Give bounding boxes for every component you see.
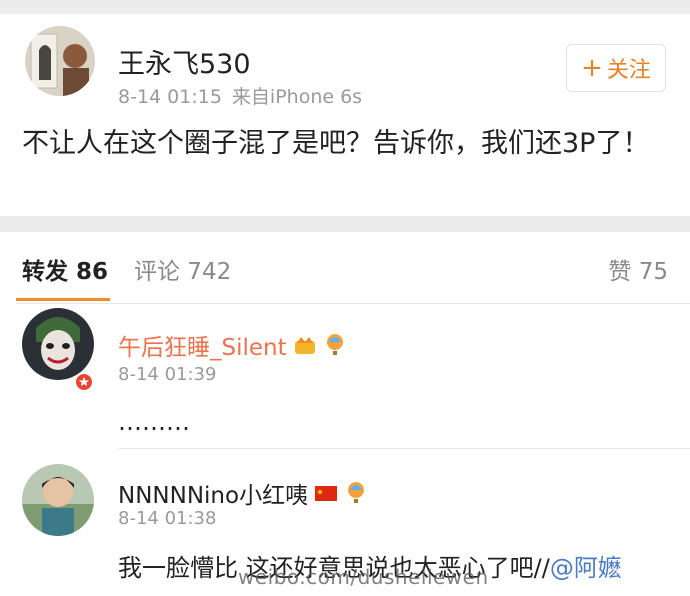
china-flag-icon [315,486,338,501]
post-time: 8-14 01:15 [118,86,222,108]
comments-card [0,232,690,596]
balloon-icon [348,482,365,503]
follow-label: 关注 [606,58,651,83]
post-meta: 8-14 01:15 来自iPhone 6s [118,82,362,109]
mention-link[interactable]: @阿嬷 [550,554,622,582]
crown-badge-icon [294,337,315,354]
commenter-name-text: NNNNNino小红咦 [118,483,309,509]
tab-like[interactable]: 赞 75 [608,252,668,286]
balloon-icon [326,334,343,355]
active-tab-indicator [16,298,110,301]
commenter-avatar[interactable] [22,464,94,536]
tab-repost[interactable]: 转发 86 [22,252,108,286]
post-source: 来自iPhone 6s [231,86,363,108]
commenter-avatar[interactable] [22,308,94,380]
commenter-name[interactable]: NNNNNino小红咦 [118,476,368,510]
author-avatar[interactable] [25,26,95,96]
comment-divider [118,448,690,449]
verified-badge-icon [74,372,94,392]
follow-button[interactable]: + 关注 [566,44,666,92]
comment-time: 8-14 01:38 [118,508,217,529]
commenter-name-text: 午后狂睡_Silent [118,335,287,361]
comment-text: ……… [118,408,190,436]
commenter-name[interactable]: 午后狂睡_Silent [118,328,347,362]
watermark: weibo.com/dusheliewen [238,565,489,589]
post-text: 不让人在这个圈子混了是吧？告诉你，我们还3P了！ [22,128,650,159]
comment-time: 8-14 01:39 [118,364,217,385]
plus-icon: + [581,53,603,83]
author-name[interactable]: 王永飞530 [118,42,251,81]
tab-comment[interactable]: 评论 742 [134,252,231,286]
tab-divider [16,303,690,304]
